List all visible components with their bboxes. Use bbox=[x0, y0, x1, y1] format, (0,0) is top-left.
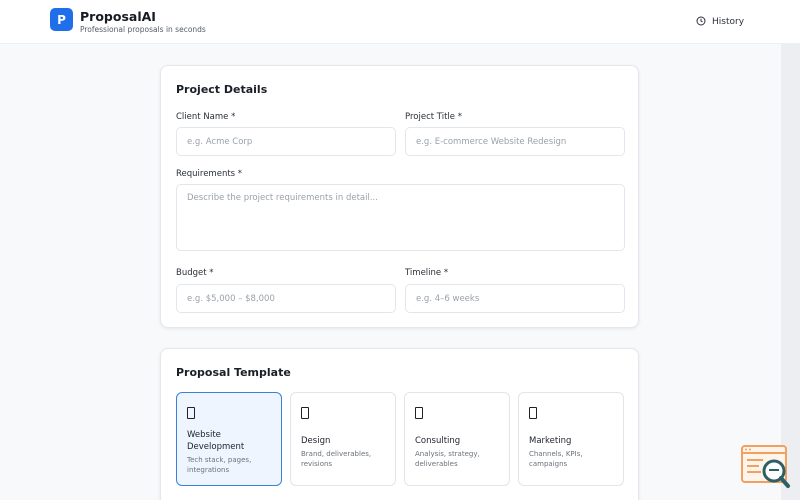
app-name: ProposalAI bbox=[80, 9, 156, 24]
floating-search-widget[interactable] bbox=[741, 445, 791, 489]
budget-input[interactable] bbox=[176, 284, 396, 313]
document-icon bbox=[301, 407, 309, 419]
requirements-label: Requirements * bbox=[176, 169, 243, 179]
timeline-input[interactable] bbox=[405, 284, 625, 313]
template-option-desc: Brand, deliverables, revisions bbox=[301, 450, 372, 468]
template-option-website-development[interactable]: Website Development Tech stack, pages, i… bbox=[176, 392, 282, 486]
clock-icon bbox=[696, 16, 706, 29]
template-option-name: Marketing bbox=[529, 436, 572, 446]
template-option-name: Website Development bbox=[187, 430, 245, 452]
search-widget-icon bbox=[741, 445, 790, 488]
template-option-consulting[interactable]: Consulting Analysis, strategy, deliverab… bbox=[404, 392, 510, 486]
template-option-desc: Analysis, strategy, deliverables bbox=[415, 450, 480, 468]
app-tagline: Professional proposals in seconds bbox=[80, 25, 206, 34]
app-header: P ProposalAI Professional proposals in s… bbox=[0, 0, 800, 44]
template-option-name: Design bbox=[301, 436, 331, 446]
history-label: History bbox=[712, 17, 745, 27]
project-details-card: Project Details Client Name * Project Ti… bbox=[160, 65, 639, 328]
document-icon bbox=[529, 407, 537, 419]
project-title-label: Project Title * bbox=[405, 112, 462, 122]
client-name-input[interactable] bbox=[176, 127, 396, 156]
app-logo[interactable]: P bbox=[50, 8, 73, 31]
budget-label: Budget * bbox=[176, 268, 214, 278]
client-name-label: Client Name * bbox=[176, 112, 236, 122]
document-icon bbox=[415, 407, 423, 419]
project-title-input[interactable] bbox=[405, 127, 625, 156]
document-icon bbox=[187, 407, 195, 419]
template-option-desc: Channels, KPIs, campaigns bbox=[529, 450, 583, 468]
template-option-design[interactable]: Design Brand, deliverables, revisions bbox=[290, 392, 396, 486]
template-option-name: Consulting bbox=[415, 436, 461, 446]
template-option-desc: Tech stack, pages, integrations bbox=[187, 456, 252, 474]
template-option-marketing[interactable]: Marketing Channels, KPIs, campaigns bbox=[518, 392, 624, 486]
requirements-textarea[interactable] bbox=[176, 184, 625, 251]
scroll-gutter bbox=[781, 44, 800, 500]
project-details-title: Project Details bbox=[176, 83, 268, 96]
history-button[interactable]: History bbox=[696, 15, 744, 29]
proposal-template-title: Proposal Template bbox=[176, 366, 291, 379]
timeline-label: Timeline * bbox=[405, 268, 449, 278]
proposal-template-card: Proposal Template Website Development Te… bbox=[160, 348, 639, 500]
